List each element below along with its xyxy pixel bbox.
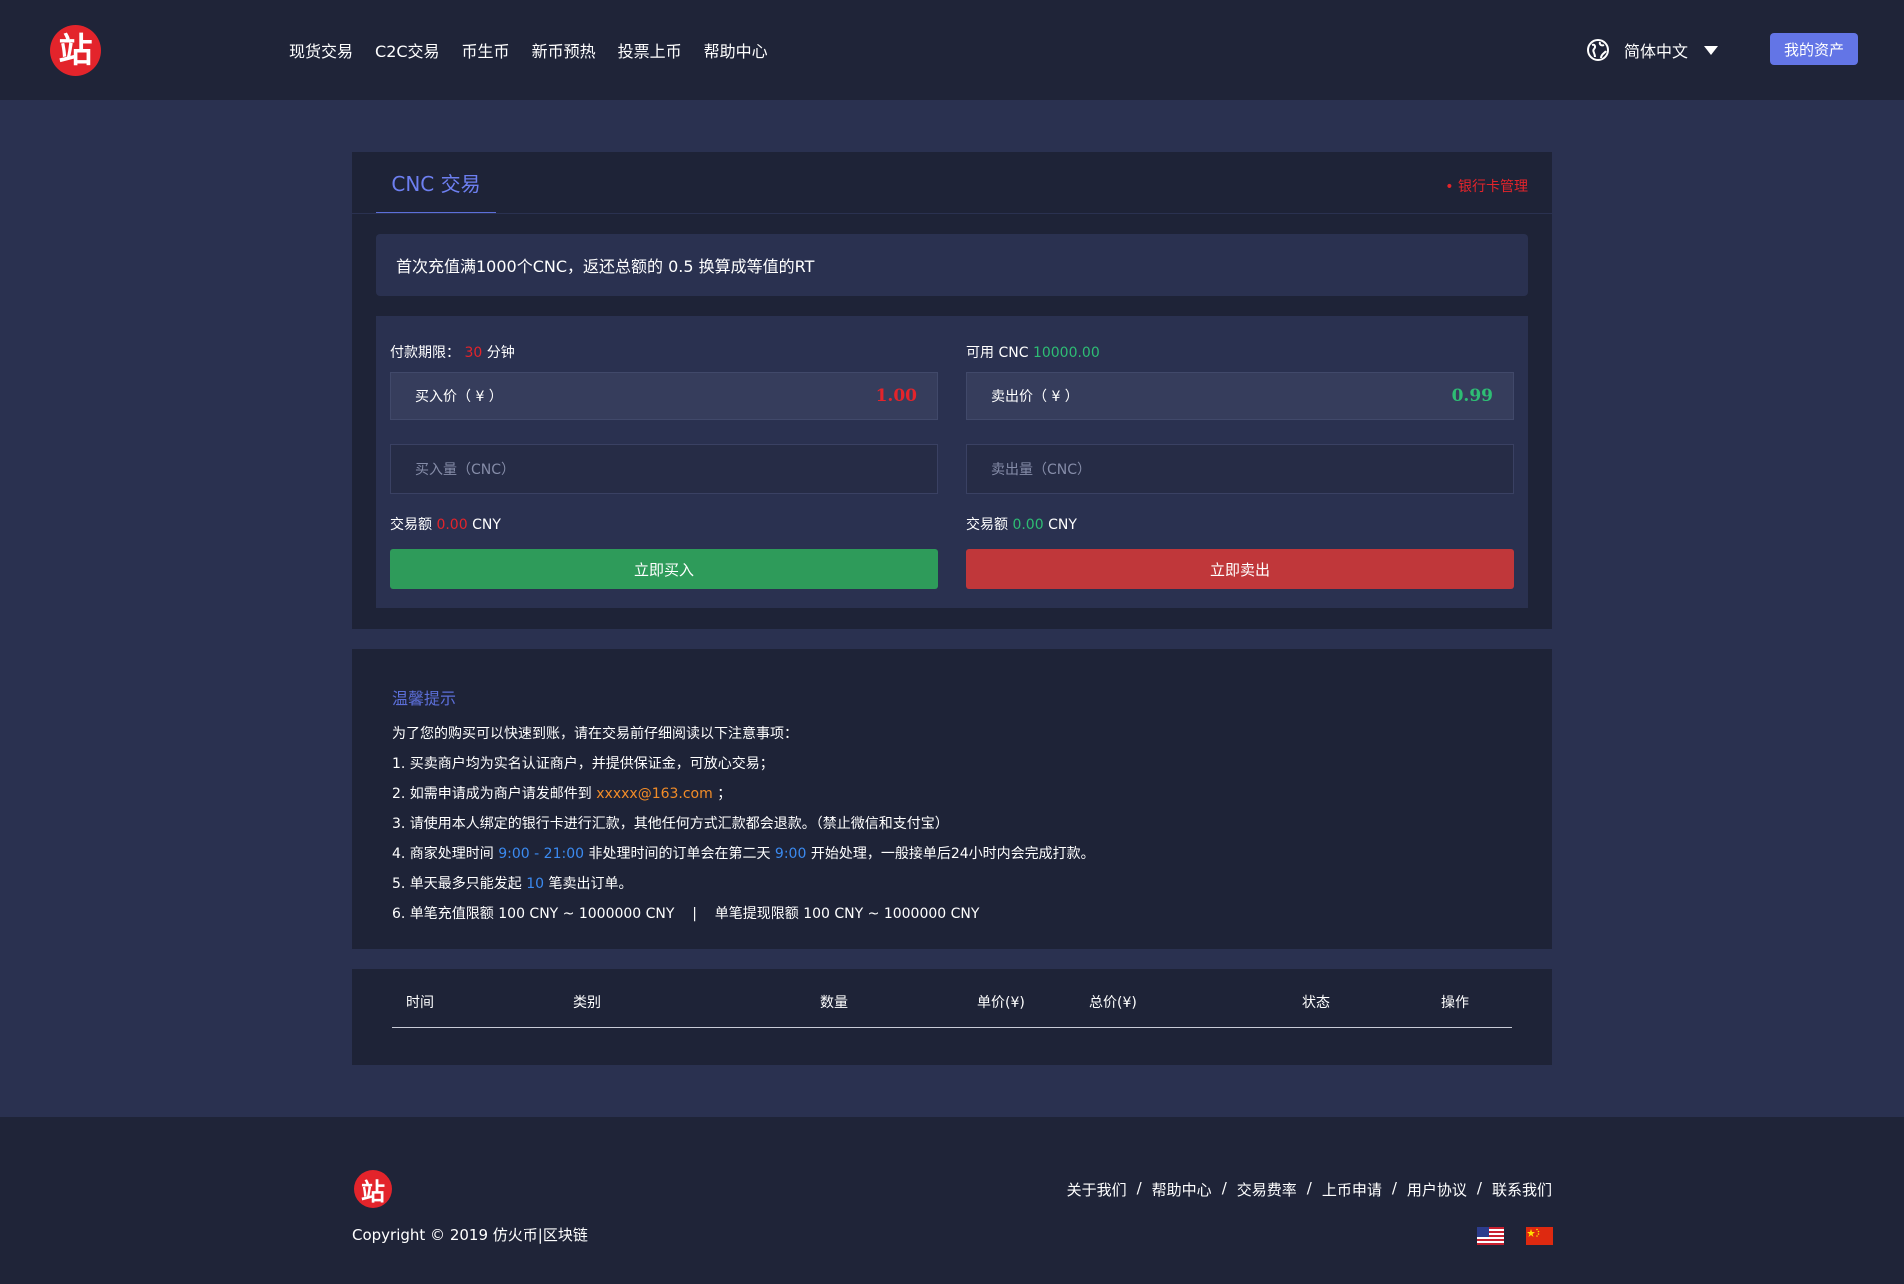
- footer-links: 关于我们 / 帮助中心 / 交易费率 / 上币申请 / 用户协议 / 联系我们: [1067, 1179, 1552, 1200]
- language-flags: [1477, 1227, 1553, 1245]
- trade-form-area: 付款期限： 30 分钟 买入价（ ¥ ） 1.00 买入量（CNC） 交易额 0…: [376, 316, 1528, 608]
- buy-column: 付款期限： 30 分钟 买入价（ ¥ ） 1.00 买入量（CNC） 交易额 0…: [390, 316, 938, 608]
- sell-price-field: 卖出价（ ¥ ） 0.99: [966, 372, 1514, 420]
- tip-line-5-post: 笔卖出订单。: [544, 876, 633, 892]
- bank-card-manage-link[interactable]: • 银行卡管理: [1445, 176, 1528, 196]
- footer-separator: /: [1306, 1179, 1312, 1197]
- col-header-time: 时间: [406, 995, 434, 1011]
- buy-trade-amount: 交易额 0.00 CNY: [390, 514, 501, 534]
- nav-item-spot-trading[interactable]: 现货交易: [289, 38, 353, 62]
- available-balance: 可用 CNC 10000.00: [966, 342, 1100, 362]
- nav-item-c2c-trading[interactable]: C2C交易: [375, 38, 440, 62]
- tip-line-4-time2: 9:00: [774, 846, 807, 862]
- tip-line-6: 6. 单笔充值限额 100 CNY ~ 1000000 CNY | 单笔提现限额…: [392, 906, 980, 922]
- available-label: 可用 CNC: [966, 345, 1029, 361]
- col-header-type: 类别: [573, 995, 601, 1011]
- buy-now-button[interactable]: 立即买入: [390, 549, 938, 589]
- col-header-total-price: 总价(¥): [1089, 995, 1137, 1011]
- nav-item-vote-listing[interactable]: 投票上币: [618, 38, 682, 62]
- logo-glyph: 站: [58, 30, 93, 71]
- footer-link-about[interactable]: 关于我们: [1067, 1179, 1127, 1200]
- buy-price-value: 1.00: [875, 386, 917, 406]
- buy-price-label: 买入价（ ¥ ）: [415, 389, 503, 405]
- buy-amount-value: 0.00: [436, 517, 468, 533]
- footer-separator: /: [1136, 1179, 1142, 1197]
- col-header-action: 操作: [1441, 995, 1469, 1011]
- payment-period-value: 30: [464, 345, 483, 361]
- table-header-rule: [392, 1027, 1512, 1028]
- sell-quantity-input[interactable]: 卖出量（CNC）: [966, 444, 1514, 494]
- sell-price-value: 0.99: [1451, 386, 1493, 406]
- top-header: 站 现货交易 C2C交易 币生币 新币预热 投票上币 帮助中心 简体中文 我的资…: [0, 0, 1904, 100]
- us-flag-icon[interactable]: [1477, 1227, 1504, 1245]
- nav-item-help-center[interactable]: 帮助中心: [704, 38, 768, 62]
- cn-flag-icon[interactable]: [1526, 1227, 1553, 1245]
- trade-panel: CNC 交易 • 银行卡管理 首次充值满1000个CNC，返还总额的 0.5 换…: [352, 152, 1552, 629]
- nav-item-new-coin-preheat[interactable]: 新币预热: [532, 38, 596, 62]
- footer-link-user-agreement[interactable]: 用户协议: [1407, 1179, 1467, 1200]
- tip-line-5-num: 10: [526, 876, 545, 892]
- footer-link-listing-apply[interactable]: 上币申请: [1322, 1179, 1382, 1200]
- col-header-quantity: 数量: [820, 995, 848, 1011]
- tab-divider: [352, 213, 1552, 214]
- footer-link-help[interactable]: 帮助中心: [1152, 1179, 1212, 1200]
- buy-quantity-input[interactable]: 买入量（CNC）: [390, 444, 938, 494]
- my-assets-button[interactable]: 我的资产: [1770, 33, 1858, 65]
- tip-line-1: 1. 买卖商户均为实名认证商户，并提供保证金，可放心交易；: [392, 756, 774, 772]
- footer-logo-glyph: 站: [361, 1176, 385, 1206]
- tips-title: 温馨提示: [392, 689, 457, 708]
- tip-line-4-pre: 4. 商家处理时间: [392, 846, 499, 862]
- tip-line-4-post: 开始处理，一般接单后24小时内会完成打款。: [806, 846, 1095, 862]
- sell-now-button[interactable]: 立即卖出: [966, 549, 1514, 589]
- tip-line-2-pre: 2. 如需申请成为商户请发邮件到: [392, 786, 597, 802]
- payment-period: 付款期限： 30 分钟: [390, 342, 515, 362]
- footer-separator: /: [1221, 1179, 1227, 1197]
- tips-intro: 为了您的购买可以快速到账，请在交易前仔细阅读以下注意事项：: [392, 726, 798, 742]
- copyright-text: Copyright © 2019 仿火币|区块链: [352, 1226, 588, 1244]
- tip-line-2: 2. 如需申请成为商户请发邮件到 xxxxx@163.com ；: [392, 779, 1552, 809]
- buy-amount-label: 交易额: [390, 517, 432, 533]
- nav-item-coin-earn[interactable]: 币生币: [462, 38, 510, 62]
- sell-column: 可用 CNC 10000.00 卖出价（ ¥ ） 0.99 卖出量（CNC） 交…: [966, 316, 1514, 608]
- main-nav: 现货交易 C2C交易 币生币 新币预热 投票上币 帮助中心: [289, 38, 768, 62]
- sell-trade-amount: 交易额 0.00 CNY: [966, 514, 1077, 534]
- promo-notice: 首次充值满1000个CNC，返还总额的 0.5 换算成等值的RT: [376, 234, 1528, 296]
- col-header-status: 状态: [1302, 995, 1330, 1011]
- tip-line-4-time: 9:00 - 21:00: [498, 846, 585, 862]
- site-footer: 站 Copyright © 2019 仿火币|区块链 关于我们 / 帮助中心 /…: [0, 1117, 1904, 1284]
- site-logo[interactable]: 站: [50, 25, 101, 76]
- sell-amount-value: 0.00: [1012, 517, 1044, 533]
- tip-line-5-pre: 5. 单天最多只能发起: [392, 876, 527, 892]
- tip-line-3: 3. 请使用本人绑定的银行卡进行汇款，其他任何方式汇款都会退款。（禁止微信和支付…: [392, 816, 949, 832]
- footer-logo[interactable]: 站: [354, 1170, 392, 1208]
- footer-separator: /: [1391, 1179, 1397, 1197]
- footer-link-contact[interactable]: 联系我们: [1492, 1179, 1552, 1200]
- tip-line-4-mid: 非处理时间的订单会在第二天: [584, 846, 775, 862]
- chevron-down-icon: [1704, 45, 1719, 55]
- sell-amount-label: 交易额: [966, 517, 1008, 533]
- available-value: 10000.00: [1032, 345, 1100, 361]
- language-label: 简体中文: [1624, 42, 1689, 61]
- col-header-unit-price: 单价(¥): [977, 995, 1025, 1011]
- footer-separator: /: [1476, 1179, 1482, 1197]
- merchant-email-link[interactable]: xxxxx@163.com: [596, 786, 713, 802]
- tip-line-4: 4. 商家处理时间 9:00 - 21:00 非处理时间的订单会在第二天 9:0…: [392, 839, 1552, 869]
- globe-icon: [1587, 39, 1609, 61]
- tab-cnc-trade[interactable]: CNC 交易: [376, 152, 496, 214]
- sell-amount-unit: CNY: [1048, 517, 1077, 533]
- footer-link-fees[interactable]: 交易费率: [1237, 1179, 1297, 1200]
- tips-panel: 温馨提示 为了您的购买可以快速到账，请在交易前仔细阅读以下注意事项： 1. 买卖…: [352, 649, 1552, 949]
- order-history-table: 时间 类别 数量 单价(¥) 总价(¥) 状态 操作: [352, 969, 1552, 1065]
- buy-price-field: 买入价（ ¥ ） 1.00: [390, 372, 938, 420]
- payment-period-label: 付款期限：: [390, 345, 460, 361]
- language-selector[interactable]: 简体中文: [1586, 38, 1719, 62]
- sell-price-label: 卖出价（ ¥ ）: [991, 389, 1079, 405]
- payment-period-unit: 分钟: [486, 345, 515, 361]
- buy-amount-unit: CNY: [472, 517, 501, 533]
- tip-line-5: 5. 单天最多只能发起 10 笔卖出订单。: [392, 869, 1552, 899]
- tip-line-2-post: ；: [712, 786, 732, 802]
